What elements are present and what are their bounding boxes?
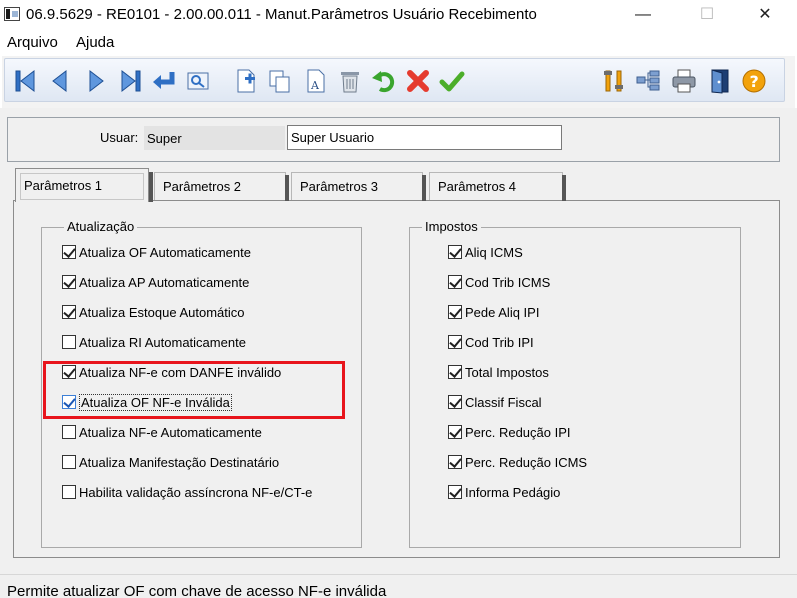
user-name-field: Super Usuario	[287, 125, 562, 150]
checkbox-box[interactable]	[448, 335, 462, 349]
checkbox-label: Habilita validação assíncrona NF-e/CT-e	[79, 484, 313, 500]
checkbox-label: Atualiza Estoque Automático	[79, 304, 245, 320]
maximize-button[interactable]: ☐	[684, 0, 730, 30]
checkbox-pede-aliq-ipi[interactable]: Pede Aliq IPI	[448, 302, 539, 322]
cancel-icon[interactable]	[403, 66, 433, 96]
checkbox-total-impostos[interactable]: Total Impostos	[448, 362, 549, 382]
checkbox-label: Atualiza RI Automaticamente	[79, 334, 246, 350]
previous-record-icon[interactable]	[45, 66, 75, 96]
minimize-button[interactable]: —	[620, 0, 666, 30]
checkbox-label: Atualiza OF NF-e Inválida	[79, 393, 232, 411]
checkbox-atualiza-estoque[interactable]: Atualiza Estoque Automático	[62, 302, 245, 322]
checkbox-label: Atualiza NF-e com DANFE inválido	[79, 364, 282, 380]
checkbox-atualiza-manifestacao[interactable]: Atualiza Manifestação Destinatário	[62, 452, 279, 472]
tab-parametros-1-label: Parâmetros 1	[24, 178, 103, 193]
checkbox-box[interactable]	[62, 455, 76, 469]
first-record-icon[interactable]	[11, 66, 41, 96]
checkbox-cod-trib-ipi[interactable]: Cod Trib IPI	[448, 332, 534, 352]
go-to-record-icon[interactable]	[149, 66, 179, 96]
hierarchy-icon[interactable]	[633, 66, 663, 96]
search-record-icon[interactable]	[183, 66, 213, 96]
checkbox-label: Perc. Redução ICMS	[465, 454, 588, 470]
print-icon[interactable]	[669, 66, 699, 96]
checkbox-box[interactable]	[62, 365, 76, 379]
exit-icon[interactable]	[705, 66, 735, 96]
checkbox-box[interactable]	[448, 455, 462, 469]
checkbox-atualiza-of[interactable]: Atualiza OF Automaticamente	[62, 242, 251, 262]
checkbox-label: Total Impostos	[465, 364, 549, 380]
tab-parametros-4[interactable]: Parâmetros 4	[429, 172, 566, 201]
menu-arquivo[interactable]: Arquivo	[7, 34, 58, 51]
checkbox-box[interactable]	[448, 395, 462, 409]
checkbox-atualiza-of-nfe-invalida[interactable]: Atualiza OF NF-e Inválida	[62, 392, 232, 412]
user-label: Usuar:	[100, 130, 139, 145]
checkbox-informa-pedagio[interactable]: Informa Pedágio	[448, 482, 560, 502]
tab-parametros-1[interactable]: Parâmetros 1	[15, 168, 153, 202]
checkbox-label: Atualiza OF Automaticamente	[79, 244, 251, 260]
checkbox-label: Cod Trib IPI	[465, 334, 534, 350]
checkbox-box[interactable]	[448, 275, 462, 289]
menu-bar: Arquivo Ajuda	[0, 30, 797, 56]
checkbox-label: Informa Pedágio	[465, 484, 561, 500]
user-code-field: Super	[144, 126, 285, 150]
tools-icon[interactable]	[599, 66, 629, 96]
app-icon	[4, 7, 20, 21]
checkbox-perc-reducao-icms[interactable]: Perc. Redução ICMS	[448, 452, 587, 472]
svg-text:A: A	[310, 79, 320, 92]
checkbox-label: Atualiza AP Automaticamente	[79, 274, 250, 290]
checkbox-cod-trib-icms[interactable]: Cod Trib ICMS	[448, 272, 550, 292]
delete-record-icon[interactable]	[335, 66, 365, 96]
checkbox-aliq-icms[interactable]: Aliq ICMS	[448, 242, 523, 262]
status-bar: Permite atualizar OF com chave de acesso…	[0, 574, 797, 598]
copy-record-icon[interactable]	[265, 66, 295, 96]
undo-icon[interactable]	[369, 66, 399, 96]
checkbox-box[interactable]	[448, 305, 462, 319]
checkbox-label: Perc. Redução IPI	[465, 424, 571, 440]
checkbox-box[interactable]	[62, 305, 76, 319]
confirm-icon[interactable]	[437, 66, 467, 96]
menu-ajuda[interactable]: Ajuda	[76, 34, 114, 51]
checkbox-perc-reducao-ipi[interactable]: Perc. Redução IPI	[448, 422, 571, 442]
title-bar: 06.9.5629 - RE0101 - 2.00.00.011 - Manut…	[0, 0, 797, 30]
status-text: Permite atualizar OF com chave de acesso…	[7, 583, 387, 598]
checkbox-box[interactable]	[448, 485, 462, 499]
checkbox-atualiza-nfe-auto[interactable]: Atualiza NF-e Automaticamente	[62, 422, 262, 442]
checkbox-atualiza-ap[interactable]: Atualiza AP Automaticamente	[62, 272, 249, 292]
impostos-group-title: Impostos	[422, 219, 481, 234]
next-record-icon[interactable]	[81, 66, 111, 96]
checkbox-label: Cod Trib ICMS	[465, 274, 551, 290]
checkbox-box[interactable]	[62, 245, 76, 259]
edit-record-icon[interactable]: A	[301, 66, 331, 96]
checkbox-atualiza-ri[interactable]: Atualiza RI Automaticamente	[62, 332, 246, 352]
checkbox-box[interactable]	[62, 485, 76, 499]
checkbox-box[interactable]	[448, 425, 462, 439]
checkbox-validacao-assincrona[interactable]: Habilita validação assíncrona NF-e/CT-e	[62, 482, 312, 502]
checkbox-box[interactable]	[448, 245, 462, 259]
svg-text:?: ?	[750, 72, 759, 91]
checkbox-label: Classif Fiscal	[465, 394, 542, 410]
checkbox-box[interactable]	[62, 275, 76, 289]
checkbox-atualiza-nfe-danfe[interactable]: Atualiza NF-e com DANFE inválido	[62, 362, 281, 382]
checkbox-label: Atualiza Manifestação Destinatário	[79, 454, 280, 470]
toolbar: A ?	[4, 58, 785, 102]
checkbox-box[interactable]	[448, 365, 462, 379]
tab-parametros-2[interactable]: Parâmetros 2	[154, 172, 289, 201]
checkbox-box[interactable]	[62, 425, 76, 439]
checkbox-box[interactable]	[62, 395, 76, 409]
checkbox-box[interactable]	[62, 335, 76, 349]
new-record-icon[interactable]	[231, 66, 261, 96]
checkbox-label: Aliq ICMS	[465, 244, 523, 260]
help-icon[interactable]: ?	[739, 66, 769, 96]
checkbox-label: Pede Aliq IPI	[465, 304, 540, 320]
last-record-icon[interactable]	[115, 66, 145, 96]
close-button[interactable]: ✕	[742, 0, 788, 30]
checkbox-label: Atualiza NF-e Automaticamente	[79, 424, 262, 440]
checkbox-classif-fiscal[interactable]: Classif Fiscal	[448, 392, 542, 412]
window-title: 06.9.5629 - RE0101 - 2.00.00.011 - Manut…	[26, 6, 537, 23]
atualizacao-group-title: Atualização	[64, 219, 138, 234]
tab-parametros-3[interactable]: Parâmetros 3	[291, 172, 426, 201]
